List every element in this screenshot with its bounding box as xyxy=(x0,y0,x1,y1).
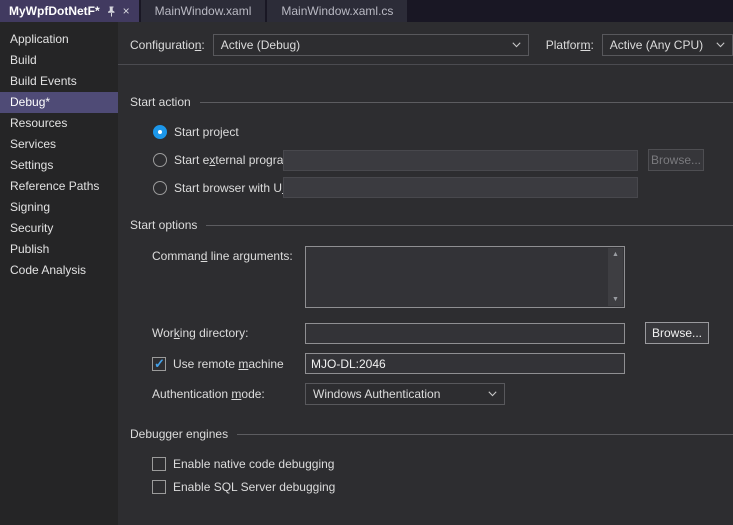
start-browser-row: Start browser with URL: xyxy=(130,177,733,198)
debug-page-content: Configuration: Active (Debug) Platform: … xyxy=(118,22,733,525)
browse-working-directory-button[interactable]: Browse... xyxy=(645,322,709,344)
sidebar-item-build[interactable]: Build xyxy=(0,50,118,71)
command-line-row: Command line arguments: ▲ ▼ xyxy=(130,246,733,308)
start-options-section-header: Start options xyxy=(130,218,733,232)
scroll-up-icon[interactable]: ▲ xyxy=(612,248,619,261)
sidebar-item-services[interactable]: Services xyxy=(0,134,118,155)
sidebar-item-settings[interactable]: Settings xyxy=(0,155,118,176)
start-project-radio[interactable] xyxy=(153,125,167,139)
configuration-separator xyxy=(118,64,733,65)
enable-native-debugging-label: Enable native code debugging xyxy=(173,457,335,471)
debugger-engines-title: Debugger engines xyxy=(130,427,229,441)
remote-machine-row: Use remote machine xyxy=(130,353,733,374)
use-remote-machine-checkbox[interactable] xyxy=(152,356,166,372)
section-rule xyxy=(206,224,733,226)
start-project-label: Start project xyxy=(174,125,239,139)
section-rule xyxy=(199,101,733,103)
properties-body: Application Build Build Events Debug* Re… xyxy=(0,22,733,525)
chevron-down-icon xyxy=(488,391,497,397)
properties-sidebar: Application Build Build Events Debug* Re… xyxy=(0,22,118,525)
pin-icon[interactable] xyxy=(107,6,116,17)
platform-dropdown[interactable]: Active (Any CPU) xyxy=(601,33,733,56)
sidebar-item-application[interactable]: Application xyxy=(0,29,118,50)
working-directory-label: Working directory: xyxy=(152,326,249,340)
tab-label: MainWindow.xaml xyxy=(154,4,252,18)
enable-sql-debugging-label: Enable SQL Server debugging xyxy=(173,480,336,494)
tab-mainwindow-xaml-cs[interactable]: MainWindow.xaml.cs xyxy=(267,0,408,22)
start-project-row: Start project xyxy=(130,125,733,139)
start-external-program-input[interactable] xyxy=(283,149,638,171)
enable-sql-debugging-checkbox[interactable] xyxy=(152,480,166,494)
browse-external-button[interactable]: Browse... xyxy=(648,149,704,171)
start-project-option: Start project xyxy=(153,125,283,139)
document-tab-strip: MyWpfDotNetF* × MainWindow.xaml MainWind… xyxy=(0,0,733,22)
sql-debugging-option: Enable SQL Server debugging xyxy=(152,480,335,494)
sidebar-item-resources[interactable]: Resources xyxy=(0,113,118,134)
command-line-label: Command line arguments: xyxy=(152,249,293,263)
start-external-row: Start external program: Browse... xyxy=(130,149,733,171)
configuration-value: Active (Debug) xyxy=(220,37,301,52)
use-remote-machine-label: Use remote machine xyxy=(173,356,284,371)
chevron-down-icon xyxy=(716,41,725,47)
start-external-option: Start external program: xyxy=(153,153,297,167)
vertical-scrollbar[interactable]: ▲ ▼ xyxy=(608,248,623,306)
section-rule xyxy=(237,433,733,435)
working-directory-row: Working directory: Browse... xyxy=(130,322,733,344)
use-remote-machine-option: Use remote machine xyxy=(152,356,305,372)
configuration-dropdown[interactable]: Active (Debug) xyxy=(212,33,529,56)
start-options-title: Start options xyxy=(130,218,198,232)
chevron-down-icon xyxy=(512,41,521,47)
command-line-arguments-input[interactable]: ▲ ▼ xyxy=(305,246,625,308)
start-external-label: Start external program: xyxy=(174,153,297,167)
configuration-bar: Configuration: Active (Debug) Platform: … xyxy=(130,33,733,56)
configuration-label: Configuration: xyxy=(130,37,205,52)
start-external-radio[interactable] xyxy=(153,153,167,167)
enable-native-debugging-checkbox[interactable] xyxy=(152,457,166,471)
platform-value: Active (Any CPU) xyxy=(609,37,704,52)
start-browser-url-input[interactable] xyxy=(283,177,638,198)
start-browser-radio[interactable] xyxy=(153,180,167,195)
tab-project-properties[interactable]: MyWpfDotNetF* × xyxy=(0,0,139,22)
debugger-engines-section-header: Debugger engines xyxy=(130,427,733,441)
working-directory-input[interactable] xyxy=(305,322,625,344)
sidebar-item-signing[interactable]: Signing xyxy=(0,197,118,218)
start-browser-label: Start browser with URL: xyxy=(174,180,301,195)
tab-label: MainWindow.xaml.cs xyxy=(281,4,394,18)
remote-machine-input[interactable] xyxy=(305,353,625,374)
tab-label: MyWpfDotNetF* xyxy=(9,4,100,18)
platform-label: Platform: xyxy=(545,37,594,52)
authentication-mode-label: Authentication mode: xyxy=(152,387,265,401)
authentication-mode-value: Windows Authentication xyxy=(313,387,441,401)
close-icon[interactable]: × xyxy=(123,5,130,17)
sidebar-item-reference-paths[interactable]: Reference Paths xyxy=(0,176,118,197)
start-action-section-header: Start action xyxy=(130,95,733,109)
native-debugging-option: Enable native code debugging xyxy=(152,457,334,471)
sql-debugging-row: Enable SQL Server debugging xyxy=(130,480,733,494)
authentication-mode-dropdown[interactable]: Windows Authentication xyxy=(305,383,505,405)
tab-mainwindow-xaml[interactable]: MainWindow.xaml xyxy=(140,0,266,22)
sidebar-item-publish[interactable]: Publish xyxy=(0,239,118,260)
sidebar-item-security[interactable]: Security xyxy=(0,218,118,239)
scroll-down-icon[interactable]: ▼ xyxy=(612,293,619,306)
vs-project-properties-window: MyWpfDotNetF* × MainWindow.xaml MainWind… xyxy=(0,0,733,525)
sidebar-item-code-analysis[interactable]: Code Analysis xyxy=(0,260,118,281)
authentication-mode-row: Authentication mode: Windows Authenticat… xyxy=(130,383,733,405)
sidebar-item-debug[interactable]: Debug* xyxy=(0,92,118,113)
sidebar-item-build-events[interactable]: Build Events xyxy=(0,71,118,92)
start-action-title: Start action xyxy=(130,95,191,109)
native-debugging-row: Enable native code debugging xyxy=(130,457,733,471)
start-browser-option: Start browser with URL: xyxy=(153,180,301,195)
